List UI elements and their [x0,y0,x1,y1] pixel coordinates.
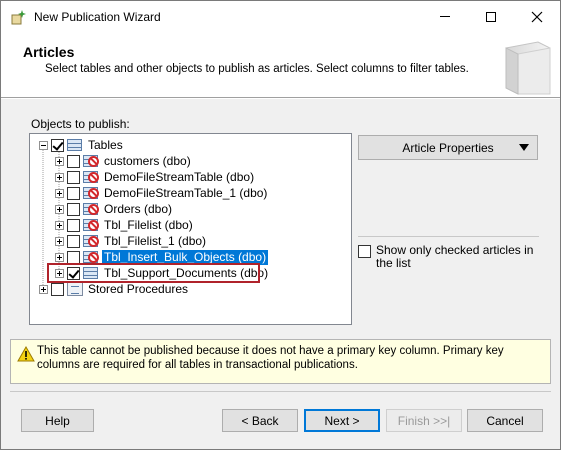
book-icon [505,41,551,95]
show-only-checked-checkbox[interactable] [358,245,371,258]
expand-icon[interactable] [55,172,64,182]
article-properties-button[interactable]: Article Properties [358,135,538,160]
article-properties-label: Article Properties [402,140,494,155]
expand-icon[interactable] [55,156,64,166]
table-checkbox[interactable] [67,250,80,264]
close-icon [531,11,543,22]
maximize-button[interactable] [468,1,514,32]
collapse-icon[interactable] [39,140,48,150]
page-title: Articles [23,44,75,60]
stored-procedures-checkbox[interactable] [51,282,64,296]
tree-node-table[interactable]: Tbl_Filelist (dbo) [55,217,195,233]
tree-node-label: Orders (dbo) [104,201,173,216]
maximize-icon [486,11,496,22]
objects-to-publish-label: Objects to publish: [31,117,130,131]
finish-button[interactable]: Finish >>| [386,409,462,432]
warning-text: This table cannot be published because i… [37,345,504,371]
table-not-publishable-icon [83,218,99,232]
table-checkbox[interactable] [67,202,80,216]
show-only-checked-label: Show only checked articles in the list [376,243,534,270]
table-checkbox[interactable] [67,186,80,200]
expand-icon[interactable] [55,252,64,262]
table-checkbox[interactable] [67,218,80,232]
table-not-publishable-icon [83,250,99,264]
back-button[interactable]: < Back [222,409,298,432]
window-title: New Publication Wizard [34,10,161,24]
page-description: Select tables and other objects to publi… [45,63,469,75]
stored-procedure-icon [67,282,83,296]
table-not-publishable-icon [83,154,99,168]
minimize-button[interactable] [422,1,468,32]
wizard-window: New Publication Wizard Articles Select t… [0,0,561,450]
expand-icon[interactable] [39,284,48,294]
table-checkbox[interactable] [67,170,80,184]
page-header: Articles Select tables and other objects… [1,32,560,97]
table-checkbox[interactable] [67,234,80,248]
tree-node-stored-procedures[interactable]: Stored Procedures [39,281,190,297]
close-button[interactable] [514,1,560,32]
expand-icon[interactable] [55,204,64,214]
tree-node-label: Stored Procedures [88,281,189,296]
tree-node-label: Tables [88,137,123,152]
help-button[interactable]: Help [21,409,94,432]
warning-icon [17,346,35,362]
dropdown-arrow-icon [519,144,529,151]
expand-icon[interactable] [55,188,64,198]
table-checkbox[interactable] [67,154,80,168]
footer-divider [10,391,551,392]
wizard-icon [11,10,26,25]
table-not-publishable-icon [83,202,99,216]
tables-checkbox[interactable] [51,138,64,152]
tree-node-label: DemoFileStreamTable (dbo) [104,169,255,184]
show-only-checked-option[interactable]: Show only checked articles in the list [358,244,541,270]
tree-node-label: Tbl_Filelist (dbo) [104,217,193,232]
tree-node-table[interactable]: DemoFileStreamTable_1 (dbo) [55,185,269,201]
warning-message: This table cannot be published because i… [10,339,551,384]
tree-node-table[interactable]: DemoFileStreamTable (dbo) [55,169,256,185]
table-folder-icon [67,138,83,152]
header-divider [1,97,560,99]
side-divider [358,236,539,237]
table-not-publishable-icon [83,234,99,248]
tree-node-label: Tbl_Filelist_1 (dbo) [104,233,207,248]
table-not-publishable-icon [83,186,99,200]
minimize-icon [440,16,450,17]
tree-node-label: customers (dbo) [104,153,191,168]
cancel-button[interactable]: Cancel [467,409,543,432]
next-button[interactable]: Next > [304,409,380,432]
expand-icon[interactable] [55,236,64,246]
table-not-publishable-icon [83,170,99,184]
tree-node-table[interactable]: Tbl_Filelist_1 (dbo) [55,233,208,249]
tree-node-label: DemoFileStreamTable_1 (dbo) [104,185,268,200]
expand-icon[interactable] [55,220,64,230]
highlight-annotation [47,263,260,283]
objects-tree[interactable]: Tables customers (dbo) DemoFileStreamTab… [29,133,352,325]
tree-node-tables[interactable]: Tables [39,137,125,153]
tree-node-table[interactable]: Orders (dbo) [55,201,174,217]
title-bar: New Publication Wizard [1,1,560,32]
tree-node-table[interactable]: customers (dbo) [55,153,193,169]
